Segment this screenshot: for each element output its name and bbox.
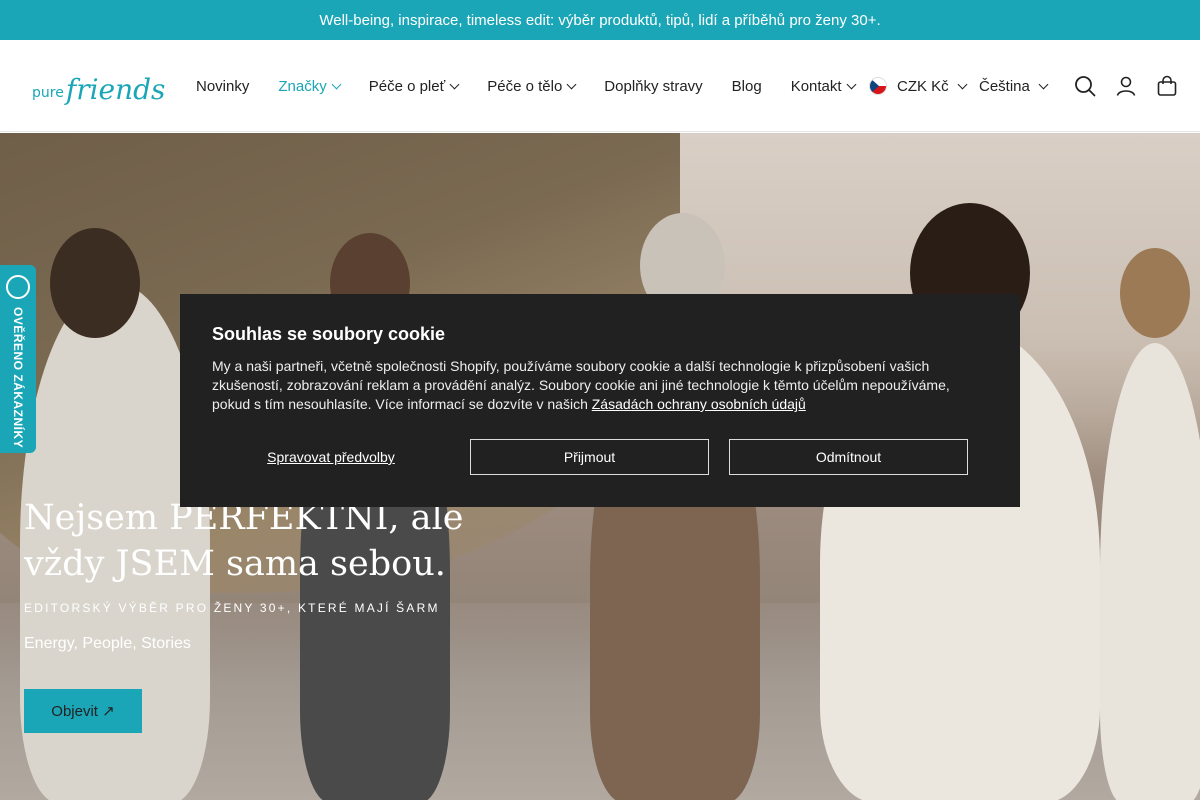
chevron-down-icon <box>846 79 857 89</box>
nav-item-pece-o-plet[interactable]: Péče o pleť <box>368 77 460 95</box>
cart-icon[interactable] <box>1153 72 1181 100</box>
site-logo[interactable]: pure friends <box>32 64 165 108</box>
nav-item-kontakt[interactable]: Kontakt <box>790 77 857 95</box>
hero-tagline: Energy, People, Stories <box>24 635 191 652</box>
hero-subtitle: EDITORSKÝ VÝBĚR PRO ŽENY 30+, KTERÉ MAJÍ… <box>24 601 440 615</box>
nav-label: Péče o tělo <box>487 77 563 95</box>
nav-label: Novinky <box>196 77 250 95</box>
announcement-bar: Well-being, inspirace, timeless edit: vý… <box>0 0 1200 40</box>
cookie-actions: Spravovat předvolby Přijmout Odmítnout <box>212 439 968 475</box>
nav-label: Doplňky stravy <box>604 77 703 95</box>
announcement-text: Well-being, inspirace, timeless edit: vý… <box>319 11 881 29</box>
account-icon[interactable] <box>1112 72 1140 100</box>
discover-button[interactable]: Objevit ↗ <box>24 689 142 733</box>
nav-label: Blog <box>731 77 762 95</box>
nav-item-blog[interactable]: Blog <box>732 78 762 95</box>
search-icon[interactable] <box>1071 72 1099 100</box>
accept-button[interactable]: Přijmout <box>470 439 709 475</box>
language-label: Čeština <box>979 77 1030 95</box>
cookie-consent-dialog: Souhlas se soubory cookie My a naši part… <box>180 294 1020 507</box>
hero-figure-head <box>50 228 140 338</box>
chevron-down-icon <box>449 79 460 89</box>
logo-friends: friends <box>65 73 166 106</box>
verified-label: OVĚŘENO ZÁKAZNÍKY <box>11 307 25 449</box>
verified-reviews-tab[interactable]: OVĚŘENO ZÁKAZNÍKY <box>0 265 36 453</box>
currency-selector[interactable]: CZK Kč <box>869 40 968 132</box>
logo-pure: pure <box>32 85 64 101</box>
nav-item-pece-o-telo[interactable]: Péče o tělo <box>487 77 577 95</box>
hero-figure <box>1100 343 1200 800</box>
nav-item-novinky[interactable]: Novinky <box>196 78 249 95</box>
site-header: pure friends Novinky Značky Péče o pleť … <box>0 40 1200 132</box>
cookie-body-text: My a naši partneři, včetně společnosti S… <box>212 358 950 412</box>
cookie-title: Souhlas se soubory cookie <box>212 324 446 344</box>
czech-flag-icon <box>869 77 887 95</box>
currency-label: CZK Kč <box>897 77 949 95</box>
language-selector[interactable]: Čeština <box>979 40 1049 132</box>
hero-figure-head <box>1120 248 1190 338</box>
nav-label: Péče o pleť <box>368 77 446 95</box>
main-nav: Novinky Značky Péče o pleť Péče o tělo D… <box>196 40 884 132</box>
privacy-policy-link[interactable]: Zásadách ochrany osobních údajů <box>592 396 806 412</box>
chevron-down-icon <box>566 79 577 89</box>
nav-label: Kontakt <box>790 77 842 95</box>
cookie-body: My a naši partneři, včetně společnosti S… <box>212 357 972 414</box>
nav-item-doplnky-stravy[interactable]: Doplňky stravy <box>604 78 702 95</box>
chevron-down-icon <box>331 79 342 89</box>
manage-preferences-button[interactable]: Spravovat předvolby <box>212 439 450 475</box>
nav-item-znacky[interactable]: Značky <box>278 77 342 95</box>
hero-title: Nejsem PERFEKTNÍ, ale vždy JSEM sama seb… <box>24 498 464 584</box>
hero-text: Nejsem PERFEKTNÍ, ale vždy JSEM sama seb… <box>24 495 504 653</box>
chevron-down-icon <box>957 79 968 89</box>
chevron-down-icon <box>1038 79 1049 89</box>
verified-badge-icon <box>6 275 30 299</box>
nav-label: Značky <box>278 77 327 95</box>
decline-button[interactable]: Odmítnout <box>729 439 968 475</box>
